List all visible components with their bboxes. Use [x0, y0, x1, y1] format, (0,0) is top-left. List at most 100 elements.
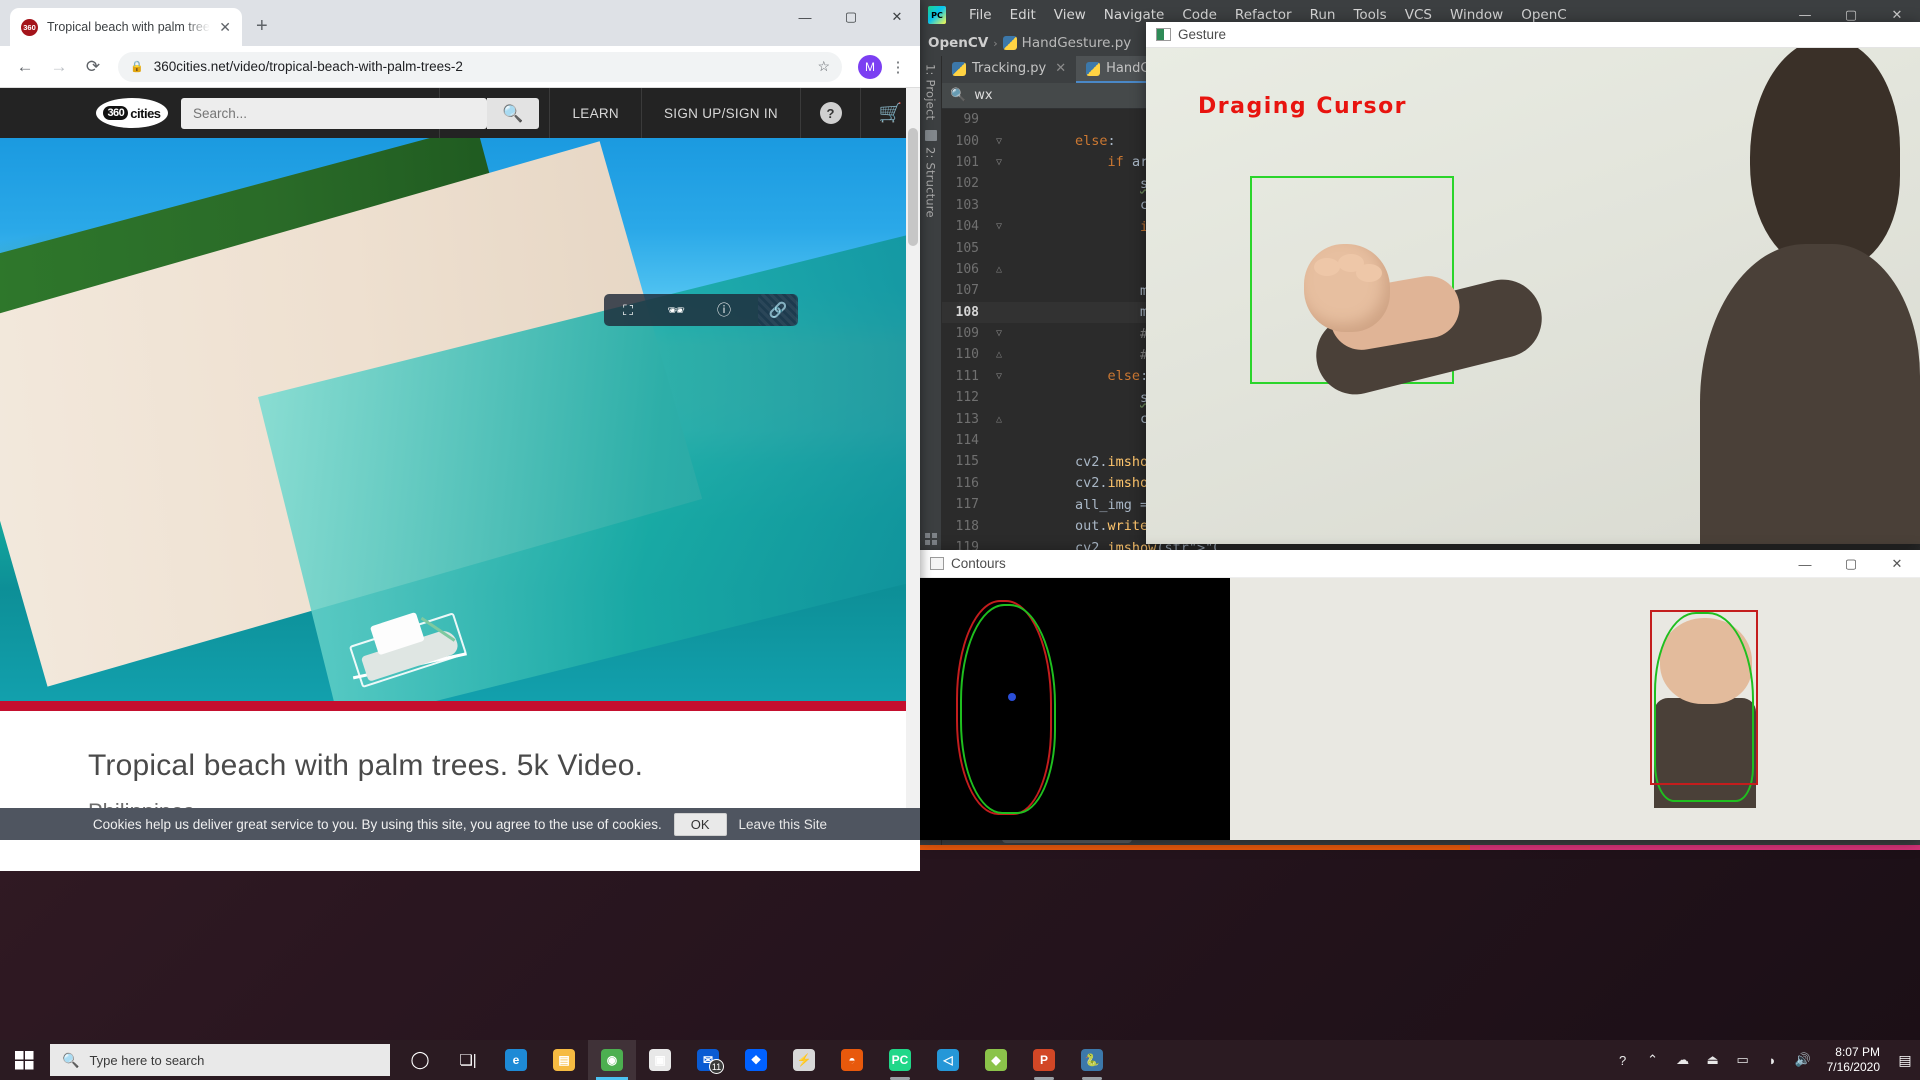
close-icon[interactable]: ✕	[1055, 61, 1066, 76]
page-content: Tropical beach with palm trees. 5k Video…	[0, 711, 920, 871]
chevron-up-icon[interactable]: ⌃	[1639, 1040, 1667, 1080]
close-icon[interactable]: ✕	[219, 19, 231, 36]
vscode-icon[interactable]: ◁	[924, 1040, 972, 1080]
fold-marker-icon[interactable]: ▽	[988, 157, 1010, 168]
system-tray[interactable]: ? ⌃ ☁ ⏏ ▭ ◗ 🔊	[1609, 1040, 1823, 1080]
python-idle-icon[interactable]: 🐍	[1068, 1040, 1116, 1080]
sidebar-item-project[interactable]: 1: Project	[924, 64, 938, 120]
chrome-minimize-button[interactable]: —	[782, 0, 828, 34]
fold-marker-icon[interactable]: ▽	[988, 328, 1010, 339]
chrome-maximize-button[interactable]: ▢	[828, 0, 874, 34]
breadcrumb-file[interactable]: HandGesture.py	[1022, 35, 1132, 51]
vscode-icon-glyph: ◁	[937, 1049, 959, 1071]
menu-file[interactable]: File	[960, 3, 1001, 27]
mail-icon[interactable]: ✉ 11	[684, 1040, 732, 1080]
nav-learn[interactable]: LEARN	[549, 88, 641, 138]
battery-icon[interactable]: ▭	[1729, 1040, 1757, 1080]
chrome-close-button[interactable]: ✕	[874, 0, 920, 34]
line-number: 113	[955, 411, 979, 427]
search-button[interactable]: 🔍	[487, 98, 539, 129]
gesture-window[interactable]: Gesture Draging Cursor	[1146, 22, 1920, 544]
contours-maximize-button[interactable]: ▢	[1828, 550, 1874, 578]
colors-icon[interactable]: ◆	[972, 1040, 1020, 1080]
fold-marker-icon[interactable]: △	[988, 264, 1010, 275]
file-explorer-icon-glyph: ▤	[553, 1049, 575, 1071]
menu-edit[interactable]: Edit	[1001, 3, 1045, 27]
find-input-value[interactable]: wx	[974, 88, 992, 103]
fold-marker-icon[interactable]: △	[988, 349, 1010, 360]
edge-icon[interactable]: e	[492, 1040, 540, 1080]
hand-bounding-box	[1250, 176, 1551, 403]
chrome-tabstrip[interactable]: 360 Tropical beach with palm trees. 5 ✕ …	[0, 0, 920, 46]
forward-button[interactable]: →	[44, 52, 74, 82]
back-button[interactable]: ←	[10, 52, 40, 82]
site-search[interactable]: 🔍	[181, 98, 539, 129]
nav-signup-signin[interactable]: SIGN UP/SIGN IN	[640, 88, 800, 138]
pycharm-icon[interactable]: PC	[876, 1040, 924, 1080]
notification-center-icon[interactable]: ▤	[1890, 1040, 1920, 1080]
fold-marker-icon[interactable]: ▽	[988, 221, 1010, 232]
scrollbar-thumb[interactable]	[908, 128, 918, 246]
onedrive-icon[interactable]: ☁	[1669, 1040, 1697, 1080]
taskbar-search[interactable]: 🔍 Type here to search	[50, 1044, 390, 1076]
site-logo[interactable]: 360 cities	[96, 98, 168, 128]
taskbar-app-icons[interactable]: ◯ ❏| e ▤ ◉ ▣ ✉ 11 ❖ ⚡ ◓ PC ◁ ◆ P 🐍	[396, 1040, 1116, 1080]
start-button[interactable]	[0, 1040, 48, 1080]
chrome-icon[interactable]: ◉	[588, 1040, 636, 1080]
inner-contour-shape	[960, 604, 1056, 814]
new-tab-button[interactable]: +	[256, 15, 268, 38]
fold-marker-icon[interactable]: △	[988, 414, 1010, 425]
help-icon[interactable]: ?	[1609, 1040, 1637, 1080]
breadcrumb-project[interactable]: OpenCV	[928, 35, 988, 51]
page-scrollbar[interactable]: ▾	[906, 88, 920, 840]
bookmark-star-icon[interactable]: ☆	[817, 58, 830, 75]
python-file-icon	[1002, 36, 1017, 50]
volume-icon[interactable]: 🔊	[1789, 1040, 1817, 1080]
tab-tracking-py[interactable]: Tracking.py ✕	[942, 56, 1076, 83]
info-icon[interactable]: ⓘ	[711, 300, 737, 320]
dropbox-icon-glyph: ❖	[745, 1049, 767, 1071]
video-player[interactable]: ⛶ 🕶 ⓘ ⋮ 🔗 ✥	[0, 138, 920, 701]
chrome-toolbar[interactable]: ← → ⟳ 🔒 360cities.net/video/tropical-bea…	[0, 46, 920, 88]
file-explorer-icon[interactable]: ▤	[540, 1040, 588, 1080]
address-bar[interactable]: 🔒 360cities.net/video/tropical-beach-wit…	[118, 51, 842, 82]
search-input[interactable]	[193, 106, 475, 121]
contour-video-panel	[1230, 578, 1920, 840]
browser-tab[interactable]: 360 Tropical beach with palm trees. 5 ✕	[10, 8, 242, 46]
help-button[interactable]: ?	[800, 88, 860, 138]
vr-goggles-icon[interactable]: 🕶	[663, 302, 689, 319]
contours-close-button[interactable]: ✕	[1874, 550, 1920, 578]
cookie-banner[interactable]: Cookies help us deliver great service to…	[0, 808, 920, 840]
cookie-ok-button[interactable]: OK	[673, 812, 727, 836]
windows-taskbar[interactable]: 🔍 Type here to search ◯ ❏| e ▤ ◉ ▣ ✉ 11 ❖ ⚡ ◓ PC ◁…	[0, 1040, 1920, 1080]
contours-window[interactable]: Contours — ▢ ✕	[920, 550, 1920, 840]
contours-titlebar: Contours — ▢ ✕	[920, 550, 1920, 578]
sidebar-item-structure[interactable]: 2: Structure	[924, 147, 938, 218]
fold-marker-icon[interactable]: ▽	[988, 136, 1010, 147]
usb-icon[interactable]: ⏏	[1699, 1040, 1727, 1080]
firefox-icon[interactable]: ◓	[828, 1040, 876, 1080]
taskbar-clock[interactable]: 8:07 PM 7/16/2020	[1823, 1045, 1890, 1075]
wifi-icon[interactable]: ◗	[1759, 1040, 1787, 1080]
address-bar-url[interactable]: 360cities.net/video/tropical-beach-with-…	[154, 59, 808, 74]
store-icon[interactable]: ▣	[636, 1040, 684, 1080]
task-view-icon[interactable]: ❏|	[444, 1040, 492, 1080]
dropbox-icon[interactable]: ❖	[732, 1040, 780, 1080]
share-link-button[interactable]: 🔗	[758, 294, 798, 326]
line-number: 102	[955, 176, 979, 192]
flash-icon[interactable]: ⚡	[780, 1040, 828, 1080]
profile-avatar[interactable]: M	[858, 54, 882, 79]
fist-shape	[1304, 244, 1390, 332]
reload-button[interactable]: ⟳	[78, 52, 108, 82]
cortana-circle-icon[interactable]: ◯	[396, 1040, 444, 1080]
contours-minimize-button[interactable]: —	[1782, 550, 1828, 578]
leave-site-link[interactable]: Leave this Site	[739, 817, 828, 832]
chrome-browser-window[interactable]: 360 Tropical beach with palm trees. 5 ✕ …	[0, 0, 920, 871]
menu-view[interactable]: View	[1045, 3, 1095, 27]
chrome-menu-icon[interactable]: ⋮	[886, 58, 910, 76]
powerpoint-icon[interactable]: P	[1020, 1040, 1068, 1080]
fullscreen-icon[interactable]: ⛶	[615, 302, 641, 319]
fold-marker-icon[interactable]: ▽	[988, 371, 1010, 382]
chrome-window-controls[interactable]: — ▢ ✕	[782, 0, 920, 34]
contours-window-controls[interactable]: — ▢ ✕	[1782, 550, 1920, 578]
